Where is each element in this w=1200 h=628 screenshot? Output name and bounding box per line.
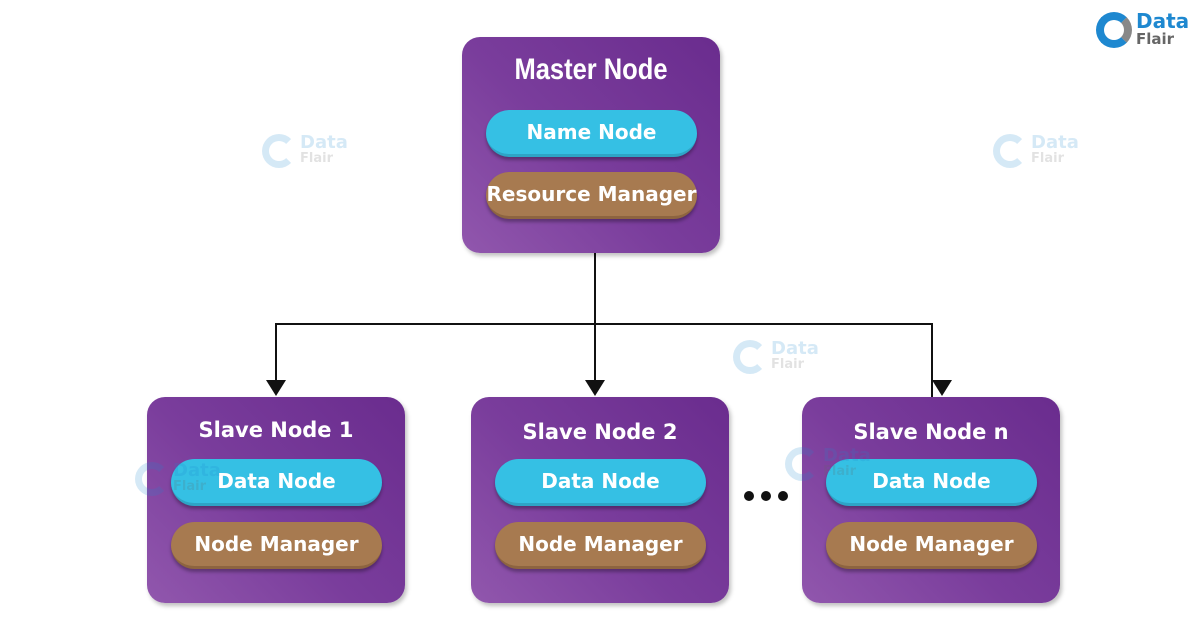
watermark: Data Flair — [733, 340, 819, 374]
ellipsis-dot — [761, 491, 771, 501]
master-node-box: Master Node Name Node Resource Manager — [462, 37, 720, 253]
watermark: Data Flair — [135, 462, 221, 496]
name-node: Name Node — [486, 110, 697, 157]
resource-manager: Resource Manager — [486, 172, 697, 219]
node-manager: Node Manager — [826, 522, 1037, 569]
data-node: Data Node — [495, 459, 706, 506]
master-node-title: Master Node — [514, 53, 668, 86]
ellipsis-dot — [744, 491, 754, 501]
ellipsis-dot — [778, 491, 788, 501]
slave-node-title: Slave Node 2 — [522, 420, 678, 444]
dataflair-logo: Data Flair — [1096, 11, 1189, 48]
connector-left-down — [275, 323, 277, 381]
connector-master-down — [594, 253, 596, 381]
slave-node-title: Slave Node 1 — [198, 418, 354, 442]
connector-horizontal — [275, 323, 933, 325]
slave-node-2-box: Slave Node 2 Data Node Node Manager — [471, 397, 729, 603]
slave-node-n-box: Slave Node n Data Node Node Manager — [802, 397, 1060, 603]
watermark: Data Flair — [262, 134, 348, 168]
logo-icon — [1096, 12, 1132, 48]
arrow-slave-2 — [585, 380, 605, 396]
slave-node-1-box: Slave Node 1 Data Node Node Manager — [147, 397, 405, 603]
arrow-slave-1 — [266, 380, 286, 396]
hadoop-architecture-diagram: Data Flair Data Flair Data Flair Data Flair … — [0, 0, 1200, 628]
node-manager: Node Manager — [495, 522, 706, 569]
watermark: Data Flair — [785, 447, 871, 481]
node-manager: Node Manager — [171, 522, 382, 569]
slave-node-title: Slave Node n — [853, 420, 1009, 444]
watermark: Data Flair — [993, 134, 1079, 168]
arrow-slave-n — [932, 380, 952, 396]
